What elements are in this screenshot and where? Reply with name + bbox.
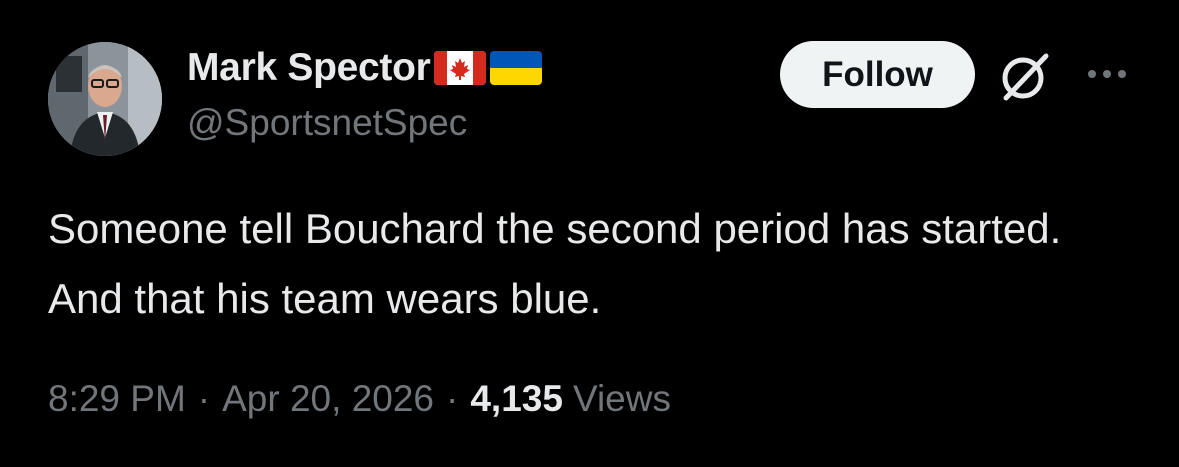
tweet-date[interactable]: Apr 20, 2026 bbox=[222, 378, 434, 420]
profile-photo bbox=[48, 42, 162, 156]
tweet-meta: 8:29 PM · Apr 20, 2026 · 4,135 Views bbox=[48, 378, 671, 420]
tweet-time[interactable]: 8:29 PM bbox=[48, 378, 186, 420]
tweet-text: Someone tell Bouchard the second period … bbox=[48, 205, 1062, 322]
meta-separator: · bbox=[197, 378, 211, 419]
grok-icon[interactable] bbox=[998, 52, 1052, 102]
canada-flag-icon bbox=[434, 51, 487, 85]
more-icon[interactable] bbox=[1085, 66, 1129, 82]
follow-button[interactable]: Follow bbox=[780, 41, 975, 108]
views-label[interactable]: Views bbox=[573, 378, 671, 420]
author-name-row[interactable]: Mark Spector bbox=[187, 44, 543, 92]
author-display-name[interactable]: Mark Spector bbox=[187, 46, 431, 90]
views-count[interactable]: 4,135 bbox=[470, 378, 563, 420]
author-handle[interactable]: @SportsnetSpec bbox=[187, 102, 467, 144]
ukraine-flag-icon bbox=[490, 51, 543, 85]
meta-separator: · bbox=[446, 378, 459, 419]
avatar[interactable] bbox=[48, 42, 162, 156]
